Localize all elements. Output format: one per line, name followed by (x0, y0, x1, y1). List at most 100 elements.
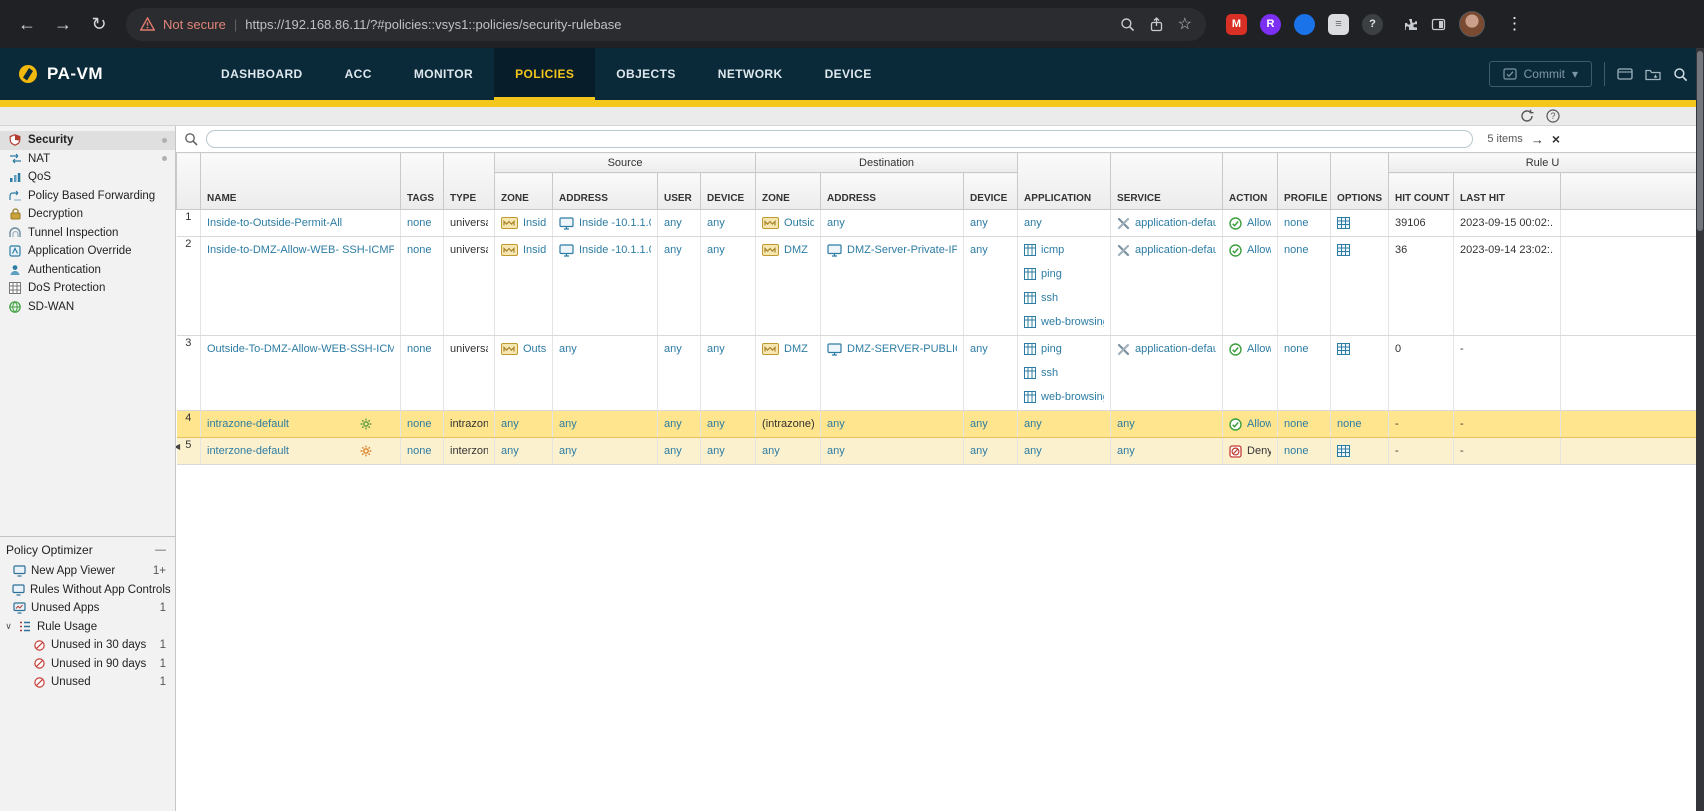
cell-text[interactable]: any (1024, 217, 1042, 229)
minimize-icon[interactable]: — (155, 544, 166, 556)
cell-text[interactable]: web-browsing (1041, 316, 1104, 328)
cell-text[interactable]: any (664, 445, 682, 457)
col-row-number[interactable] (177, 153, 201, 210)
col-action[interactable]: ACTION (1223, 153, 1278, 210)
sidebar-item-qos[interactable]: QoS (0, 168, 175, 187)
window-scrollbar[interactable] (1696, 48, 1704, 811)
col-service[interactable]: SERVICE (1111, 153, 1223, 210)
optimizer-item-unused-apps[interactable]: Unused Apps1 (0, 599, 175, 618)
cell-text[interactable]: DMZ (784, 244, 808, 256)
options-table-icon[interactable] (1337, 343, 1350, 355)
col-last-hit[interactable]: LAST HIT (1454, 173, 1561, 210)
optimizer-item-unused-in-30-days[interactable]: Unused in 30 days1 (0, 636, 175, 655)
tab-dashboard[interactable]: DASHBOARD (200, 48, 324, 100)
cell-text[interactable]: none (1284, 244, 1308, 256)
rule-name-link[interactable]: intrazone-default (207, 418, 289, 430)
cell-text[interactable]: ssh (1041, 367, 1058, 379)
global-find-icon[interactable] (1673, 67, 1688, 82)
cell-text[interactable]: icmp (1041, 244, 1064, 256)
cell-text[interactable]: any (827, 418, 845, 430)
config-status-icon[interactable] (1617, 67, 1633, 81)
cell-text[interactable]: Inside -10.1.1.0 (579, 217, 651, 229)
col-type[interactable]: TYPE (444, 153, 495, 210)
cell-text[interactable]: none (1337, 418, 1361, 430)
tab-network[interactable]: NETWORK (697, 48, 804, 100)
cell-text[interactable]: DMZ (784, 343, 808, 355)
cell-text[interactable]: any (664, 343, 682, 355)
help-extension-extension-icon[interactable]: ? (1362, 14, 1383, 35)
cell-text[interactable]: Inside -10.1.1.0 (579, 244, 651, 256)
cell-text[interactable]: any (970, 343, 988, 355)
browser-menu-icon[interactable]: ⋮ (1498, 14, 1531, 34)
cell-text[interactable]: any (707, 445, 725, 457)
cell-text[interactable]: any (559, 445, 577, 457)
rule-name-link[interactable]: interzone-default (207, 445, 289, 457)
notes-extension-extension-icon[interactable]: ≡ (1328, 14, 1349, 35)
col-hit-count[interactable]: HIT COUNT (1389, 173, 1454, 210)
cell-text[interactable]: any (1024, 418, 1042, 430)
scrollbar-thumb[interactable] (1697, 51, 1703, 231)
puzzle-icon[interactable] (1403, 17, 1418, 32)
tab-device[interactable]: DEVICE (804, 48, 893, 100)
sidebar-item-sd-wan[interactable]: SD-WAN (0, 298, 175, 317)
profile-avatar[interactable] (1459, 11, 1485, 37)
sidebar-item-application-override[interactable]: Application Override (0, 242, 175, 261)
zoom-icon[interactable] (1120, 17, 1135, 32)
cell-text[interactable]: DMZ-SERVER-PUBLIC-IP (847, 343, 957, 355)
cell-text[interactable]: any (827, 217, 845, 229)
cell-text[interactable]: any (1117, 418, 1135, 430)
col-user[interactable]: USER (658, 173, 701, 210)
col-dest-zone[interactable]: ZONE (756, 173, 821, 210)
cell-text[interactable]: Allow (1247, 343, 1271, 355)
clear-filter-icon[interactable]: × (1552, 132, 1560, 146)
col-tags[interactable]: TAGS (401, 153, 444, 210)
cell-text[interactable]: any (664, 418, 682, 430)
gear-icon[interactable] (360, 445, 372, 457)
cell-text[interactable]: Allow (1247, 244, 1271, 256)
tab-objects[interactable]: OBJECTS (595, 48, 696, 100)
cell-text[interactable]: application-default (1135, 217, 1216, 229)
options-table-icon[interactable] (1337, 217, 1350, 229)
cell-text[interactable]: none (407, 343, 431, 355)
col-options[interactable]: OPTIONS (1331, 153, 1389, 210)
cell-text[interactable]: any (970, 418, 988, 430)
gmail-extension-icon[interactable]: M (1226, 14, 1247, 35)
cell-text[interactable]: any (664, 217, 682, 229)
options-table-icon[interactable] (1337, 244, 1350, 256)
gear-icon[interactable] (360, 418, 372, 430)
cell-text[interactable]: Allow (1247, 217, 1271, 229)
cell-text[interactable]: none (407, 217, 431, 229)
reload-icon[interactable]: ↻ (82, 7, 116, 41)
cell-text[interactable]: none (1284, 418, 1308, 430)
cell-text[interactable]: any (970, 244, 988, 256)
cell-text[interactable]: Allow (1247, 418, 1271, 430)
cell-text[interactable]: any (707, 244, 725, 256)
refresh-icon[interactable] (1520, 109, 1534, 123)
optimizer-item-new-app-viewer[interactable]: New App Viewer1+ (0, 562, 175, 581)
rule-name-link[interactable]: Inside-to-DMZ-Allow-WEB- SSH-ICMP (207, 244, 394, 256)
col-source-device[interactable]: DEVICE (701, 173, 756, 210)
filter-input[interactable] (206, 130, 1473, 148)
cell-text[interactable]: any (762, 445, 780, 457)
col-dest-device[interactable]: DEVICE (964, 173, 1018, 210)
cell-text[interactable]: none (407, 244, 431, 256)
col-name[interactable]: NAME (201, 153, 401, 210)
cell-text[interactable]: none (1284, 343, 1308, 355)
tab-policies[interactable]: POLICIES (494, 48, 595, 100)
cell-text[interactable]: none (1284, 217, 1308, 229)
cell-text[interactable]: application-default (1135, 244, 1216, 256)
cell-text[interactable]: any (827, 445, 845, 457)
cell-text[interactable]: application-default (1135, 343, 1216, 355)
col-source-zone[interactable]: ZONE (495, 173, 553, 210)
cell-text[interactable]: ping (1041, 268, 1062, 280)
share-icon[interactable] (1149, 17, 1164, 32)
optimizer-item-rules-without-app-controls[interactable]: Rules Without App Controls1 (0, 581, 175, 600)
col-dest-address[interactable]: ADDRESS (821, 173, 964, 210)
cell-text[interactable]: any (707, 217, 725, 229)
cell-text[interactable]: any (559, 418, 577, 430)
blue-extension-extension-icon[interactable] (1294, 14, 1315, 35)
r-extension-extension-icon[interactable]: R (1260, 14, 1281, 35)
cell-text[interactable]: none (407, 445, 431, 457)
sidebar-item-decryption[interactable]: Decryption (0, 205, 175, 224)
cell-text[interactable]: any (501, 445, 519, 457)
